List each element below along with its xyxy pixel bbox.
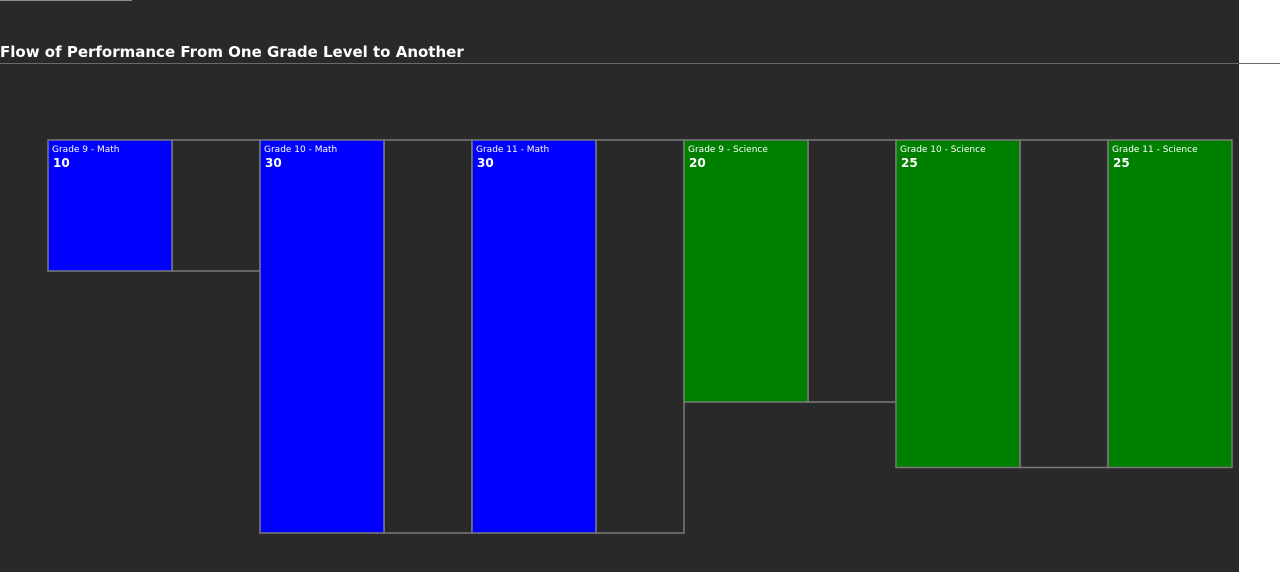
bar-category-label: Grade 9 - Math	[52, 145, 120, 155]
bar-value-label: 10	[53, 156, 70, 170]
bar[interactable]	[683, 139, 809, 403]
bar-value-label: 30	[265, 156, 282, 170]
bar-value-label: 20	[689, 156, 706, 170]
bar-category-label: Grade 10 - Math	[264, 145, 337, 155]
bar-value-label: 25	[901, 156, 918, 170]
bar-value-label: 25	[1113, 156, 1130, 170]
bar[interactable]	[259, 139, 385, 534]
bar-category-label: Grade 11 - Math	[476, 145, 549, 155]
flow-connector	[383, 139, 473, 534]
bar-category-label: Grade 10 - Science	[900, 145, 986, 155]
chart-panel: Flow of Performance From One Grade Level…	[0, 0, 1280, 572]
bar[interactable]	[1107, 139, 1233, 469]
bar[interactable]	[895, 139, 1021, 469]
flow-connector	[595, 139, 685, 534]
flow-connector	[1019, 139, 1109, 469]
bar-value-label: 30	[477, 156, 494, 170]
flow-chart: Grade 9 - Math10Grade 10 - Math30Grade 1…	[47, 139, 1233, 534]
bar[interactable]	[471, 139, 597, 534]
flow-connector	[807, 139, 897, 403]
bar-category-label: Grade 11 - Science	[1112, 145, 1198, 155]
flow-connector	[171, 139, 261, 272]
bar-category-label: Grade 9 - Science	[688, 145, 768, 155]
